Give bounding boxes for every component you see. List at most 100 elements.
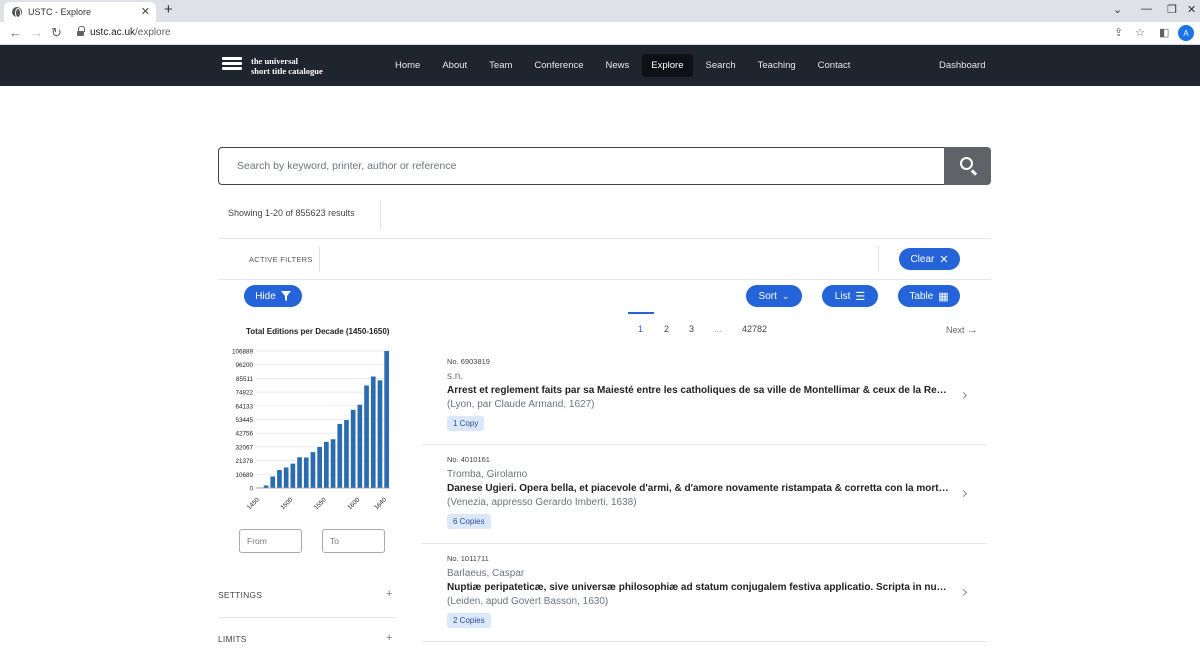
y-tick-label: 0 xyxy=(249,486,253,493)
copies-badge: 6 Copies xyxy=(447,514,491,529)
nav-home[interactable]: Home xyxy=(386,54,429,77)
y-tick-label: 85511 xyxy=(236,376,254,383)
editions-per-decade-chart: 0 10689 21378 32067 42756 53445 64133 74822 8551… xyxy=(232,349,390,511)
browser-tabbar: USTC - Explore ✕ + ⌄ — ❐ ✕ xyxy=(0,0,1200,22)
list-view-button[interactable]: List ☰ xyxy=(822,285,878,307)
dashboard-link[interactable]: Dashboard xyxy=(939,60,985,71)
bar-1640 xyxy=(384,351,389,488)
bar-1500 xyxy=(290,463,296,488)
nav-contact[interactable]: Contact xyxy=(809,54,860,77)
sort-button[interactable]: Sort ⌄ xyxy=(746,285,802,307)
search-input[interactable] xyxy=(218,147,944,185)
y-tick-label: 21378 xyxy=(235,458,253,465)
sort-label: Sort xyxy=(758,290,777,302)
search-button[interactable] xyxy=(944,147,991,185)
record-number: No. 6903819 xyxy=(447,357,490,366)
x-tick-label: 1500 xyxy=(279,496,294,511)
ustc-logo-icon[interactable] xyxy=(222,57,242,74)
y-tick-label: 10689 xyxy=(235,472,253,479)
chevron-down-icon: ⌄ xyxy=(781,290,790,301)
bar-1460 xyxy=(263,485,269,488)
result-item[interactable]: No. 6903819 s.n. Arrest et reglement fai… xyxy=(447,357,987,431)
result-item[interactable]: No. 4010161 Tromba, Girolamo Danese Ugie… xyxy=(447,455,987,529)
settings-section-toggle[interactable]: SETTINGS xyxy=(218,590,262,600)
side-panel-icon[interactable]: ◧ xyxy=(1159,26,1169,39)
record-title[interactable]: Danese Ugieri. Opera bella, et piacevole… xyxy=(447,483,949,494)
bar-1550 xyxy=(324,441,329,488)
divider xyxy=(422,641,987,642)
chevron-right-icon[interactable] xyxy=(959,391,968,400)
page-ellipsis: ... xyxy=(714,324,722,334)
arrow-right-icon: → xyxy=(967,324,979,336)
logo-line-2: short title catalogue xyxy=(251,66,323,76)
record-imprint: (Lyon, par Claude Armand, 1627) xyxy=(447,399,595,410)
x-tick-label: 1450 xyxy=(246,496,261,511)
logo-line-1: the universal xyxy=(251,56,298,66)
limits-section-toggle[interactable]: LIMITS xyxy=(218,634,247,644)
url-host: ustc.ac.uk xyxy=(90,27,136,38)
clear-filters-button[interactable]: Clear ✕ xyxy=(899,248,960,270)
reload-icon[interactable]: ↻ xyxy=(51,25,62,41)
page-link[interactable]: 1 xyxy=(638,324,643,334)
nav-news[interactable]: News xyxy=(597,54,639,77)
result-item[interactable]: No. 1011711 Barlaeus, Caspar Nuptiæ peri… xyxy=(447,554,987,628)
restore-icon[interactable]: ❐ xyxy=(1167,3,1177,16)
y-tick-label: 42756 xyxy=(235,431,253,438)
site-logo-text[interactable]: the universal short title catalogue xyxy=(251,56,323,76)
copies-badge: 2 Copies xyxy=(447,613,491,628)
record-number: No. 1011711 xyxy=(447,554,489,563)
browser-tab[interactable]: USTC - Explore ✕ xyxy=(4,2,156,22)
next-page-button[interactable]: Next → xyxy=(946,324,978,336)
address-bar: ← → ↻ ustc.ac.uk/explore ⇪ ☆ ◧ A xyxy=(0,22,1200,45)
chart-title: Total Editions per Decade (1450-1650) xyxy=(246,327,390,336)
new-tab-icon[interactable]: + xyxy=(164,1,173,18)
url-field[interactable]: ustc.ac.uk/explore xyxy=(90,27,171,38)
plus-icon[interactable]: + xyxy=(386,632,392,644)
bar-1570 xyxy=(337,423,343,488)
bar-1560 xyxy=(330,439,336,488)
chevron-right-icon[interactable] xyxy=(959,489,968,498)
record-author: Tromba, Girolamo xyxy=(447,469,528,480)
nav-about[interactable]: About xyxy=(433,54,476,77)
record-imprint: (Venezia, appresso Gerardo Imberti, 1638… xyxy=(447,497,637,508)
bookmark-star-icon[interactable]: ☆ xyxy=(1135,26,1145,39)
record-title[interactable]: Arrest et reglement faits par sa Maiesté… xyxy=(447,385,949,396)
nav-teaching[interactable]: Teaching xyxy=(749,54,805,77)
record-title[interactable]: Nuptiæ peripateticæ, sive universæ philo… xyxy=(447,582,949,593)
record-imprint: (Leiden, apud Govert Basson, 1630) xyxy=(447,596,609,607)
page-link[interactable]: 2 xyxy=(664,324,669,334)
profile-avatar[interactable]: A xyxy=(1178,25,1194,41)
back-icon[interactable]: ← xyxy=(9,25,22,40)
bar-1510 xyxy=(297,457,302,488)
plus-icon[interactable]: + xyxy=(386,588,392,600)
bar-1610 xyxy=(364,385,369,488)
tab-close-icon[interactable]: ✕ xyxy=(141,5,150,18)
results-count: Showing 1-20 of 855623 results xyxy=(228,208,355,218)
window-close-icon[interactable]: ✕ xyxy=(1187,3,1196,16)
hide-filters-button[interactable]: Hide xyxy=(244,285,302,307)
nav-search[interactable]: Search xyxy=(697,54,745,77)
nav-team[interactable]: Team xyxy=(480,54,521,77)
page-link[interactable]: 42782 xyxy=(742,324,767,334)
lock-icon xyxy=(77,26,85,37)
tab-search-icon[interactable]: ⌄ xyxy=(1113,3,1122,16)
nav-conference[interactable]: Conference xyxy=(525,54,592,77)
clear-label: Clear xyxy=(910,253,935,265)
table-view-button[interactable]: Table ▦ xyxy=(898,285,960,307)
chevron-right-icon[interactable] xyxy=(959,588,968,597)
bar-1520 xyxy=(303,457,309,488)
x-tick-label: 1550 xyxy=(313,496,328,511)
x-tick-label: 1600 xyxy=(346,496,361,511)
minimize-icon[interactable]: — xyxy=(1141,3,1152,15)
nav-explore[interactable]: Explore xyxy=(642,54,693,77)
divider xyxy=(878,246,879,272)
page-link[interactable]: 3 xyxy=(689,324,694,334)
to-year-input[interactable] xyxy=(322,529,385,553)
bar-1490 xyxy=(283,467,289,488)
from-year-input[interactable] xyxy=(239,529,302,553)
share-icon[interactable]: ⇪ xyxy=(1114,26,1123,39)
bar-1530 xyxy=(310,452,316,488)
hide-label: Hide xyxy=(255,290,276,302)
divider xyxy=(422,543,987,544)
forward-icon[interactable]: → xyxy=(30,25,43,40)
